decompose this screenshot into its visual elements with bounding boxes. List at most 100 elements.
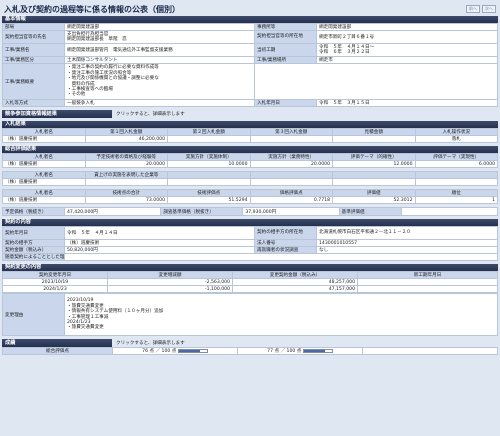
eval-cell: [84, 178, 168, 186]
section-bid-results: 入札結果: [2, 121, 498, 128]
bid-col-header: 第１回入札金額: [84, 128, 168, 136]
eval-table-3: 入札者名 技術点の合計 技術評価点 価格評価点 評価値 順位 （株）道慶技術 7…: [2, 189, 498, 204]
eval-col-header: 順位: [414, 189, 498, 197]
change-new-period: [357, 278, 498, 286]
eval-cell: 12.0000: [332, 160, 416, 168]
party-address-value: 北海道札幌市白石区平和通２－北１１－２０: [316, 226, 498, 240]
eval-col-header: [414, 171, 498, 179]
eval-cell: 6.0000: [414, 160, 498, 168]
eval-cell: 1: [414, 196, 498, 204]
address-label: 契約担当官等の所在地: [254, 30, 317, 44]
eval-col-header: 価格評価点: [249, 189, 333, 197]
bureau-value: 網走開発建設部: [64, 23, 255, 31]
eval-cell: 0.7718: [249, 196, 333, 204]
table-row: 2024/1/23 -1,100,000 47,157,000: [2, 285, 498, 293]
change-amount: 48,257,000: [232, 278, 358, 286]
contract-date-label: 契約年月日: [2, 226, 65, 240]
bid-col-header: 見積金額: [332, 128, 416, 136]
score-text: 77 点 ／ 100 点: [267, 349, 302, 354]
standard-price-label: 調査基準価格（税抜き）: [160, 207, 244, 216]
section-performance-toggle[interactable]: 成績: [2, 339, 112, 347]
table-row: （株）道慶技術 73.0000 51.5294 0.7718 52.3012 1: [2, 196, 498, 204]
table-row: 2023/10/19 -2,563,000 48,257,000: [2, 278, 498, 286]
score-bar-2: [302, 348, 333, 353]
eval-col-header: [332, 171, 416, 179]
page-title: 入札及び契約の過程等に係る情報の公表（個別）: [4, 4, 180, 14]
outline-blank: [254, 63, 498, 100]
bid-date-label: 入札年月日: [254, 99, 317, 107]
standard-price-value: 37,930,000円: [242, 207, 340, 216]
bid-method-value: 一般競争入札: [64, 99, 255, 107]
eval-table-1: 入札者名 予定技術者の資格及び経験等 実施方針（実施体制） 実施方針（業務特性）…: [2, 153, 498, 168]
corp-no-value: 1430001010557: [316, 239, 498, 247]
eval-cell: （株）道慶技術: [2, 160, 86, 168]
eval-col-header: 評価テーマ（実現性）: [414, 153, 498, 161]
change-col-header: 新工期年月日: [357, 271, 498, 279]
performance-table: 総合評価点 76 点 ／ 100 点 77 点 ／ 100 点: [2, 347, 498, 355]
page-root: 入札及び契約の過程等に係る情報の公表（個別） 前へ 次へ 基本情報 部局 網走開…: [2, 2, 499, 355]
prev-button[interactable]: 前へ: [466, 5, 480, 13]
outline-label: 工事/業務概要: [2, 63, 65, 100]
section-contract: 契約の内容: [2, 219, 498, 226]
eval-cell: 10.0000: [167, 160, 251, 168]
score-bar-1: [177, 348, 208, 353]
basic-info-table: 部局 網走開発建設部 事務所等 網走開発建設部 契約担当官等の氏名 支出負担行為…: [2, 23, 498, 107]
reemploy-label: 再就職者の状況調査: [254, 246, 317, 254]
competition-row: 競争参加資格情報結果 クリックすると、詳細表示します: [2, 110, 498, 118]
table-row: （株）道慶技術: [2, 178, 498, 186]
bid-method-label: 入札等方式: [2, 99, 65, 107]
work-name-label: 工事/業務名: [2, 43, 65, 57]
eval-cell: 20.0000: [84, 160, 168, 168]
change-reason-label: 変更理由: [2, 293, 65, 336]
eval-col-header: 入札者名: [2, 189, 86, 197]
reason-label: 随意契約によることとした理由: [2, 253, 65, 261]
eval-cell: [249, 178, 333, 186]
performance-blank: [362, 347, 498, 355]
next-button[interactable]: 次へ: [482, 5, 496, 13]
period-label: 当初工期: [254, 43, 317, 57]
type-label: 工事/業務区分: [2, 56, 65, 64]
bid-col-header: 第３回入札金額: [249, 128, 333, 136]
change-diff: -2,563,000: [107, 278, 233, 286]
score-bar-fill-1: [178, 349, 201, 352]
reason-value: [64, 253, 498, 261]
eval-cell: [414, 178, 498, 186]
eval-cell: [332, 178, 416, 186]
score-text: 76 点 ／ 100 点: [142, 349, 177, 354]
competition-note: クリックすると、詳細表示します: [116, 112, 185, 117]
section-basic-info: 基本情報: [2, 16, 498, 23]
contract-table: 契約年月日 令和 ５年 ４月１４日 契約の相手方の所在地 北海道札幌市白石区平和…: [2, 226, 498, 261]
change-col-header: 契約変更年月日: [2, 271, 108, 279]
eval-col-header: 予定技術者の資格及び経験等: [84, 153, 168, 161]
bid-date-value: 令和 ５年 ３月１５日: [316, 99, 498, 107]
score-bar-fill-2: [303, 349, 326, 352]
eval-col-header: 賃上げの実施を表明した企業等: [84, 171, 168, 179]
change-col-header: 変更契約金額（税込み）: [232, 271, 358, 279]
change-col-header: 変更増減額: [107, 271, 233, 279]
bid-col-header: 入札操作状況: [414, 128, 498, 136]
bid-col-header: 入札者名: [2, 128, 86, 136]
type-value: 土木関係コンサルタント: [64, 56, 255, 64]
period-value: 令和 ５年 ４月１４日～ 令和 ６年 ３月２２日: [316, 43, 498, 57]
eval-cell: [167, 178, 251, 186]
estimate-amount: [332, 135, 416, 143]
performance-note: クリックすると、詳細表示します: [116, 341, 185, 346]
eval-col-header: 評価テーマ（的確性）: [332, 153, 416, 161]
eval-col-header: [249, 171, 333, 179]
official-label: 契約担当官等の氏名: [2, 30, 65, 44]
change-date: 2024/1/23: [2, 285, 108, 293]
place-label: 工事/業務場所: [254, 56, 317, 64]
base-eval-value: [400, 207, 499, 216]
eval-cell: 51.5294: [167, 196, 251, 204]
address-value: 網走市新町２丁目６番１号: [316, 30, 498, 44]
party-value: （株）道慶技術: [64, 239, 255, 247]
planned-price-value: 47,420,000円: [63, 207, 162, 216]
section-competition-toggle[interactable]: 競争参加資格情報結果: [2, 110, 112, 118]
office-value: 網走開発建設部: [316, 23, 498, 31]
pager: 前へ 次へ: [466, 5, 496, 13]
change-reason-table: 変更理由 2023/10/19 ・旅費交通費変更 ・情報共有システム使用料（１０…: [2, 293, 498, 336]
section-changes: 契約変更の内容: [2, 264, 498, 271]
change-reason-line: ・旅費交通費変更: [67, 325, 104, 331]
work-name-value: 網走開発建設部管内 電気通信外工事監督支援業務: [64, 43, 255, 57]
planned-price-label: 予定価格（税抜き）: [2, 207, 65, 216]
